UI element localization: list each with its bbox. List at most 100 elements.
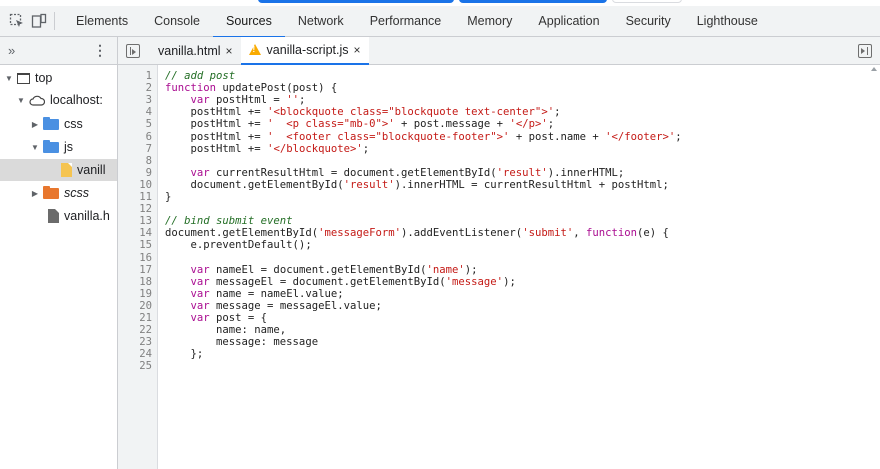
kebab-menu-icon[interactable]: ⋮ [93, 42, 107, 59]
code-line[interactable]: 6 postHtml += ' <footer class="blockquot… [118, 131, 880, 143]
tree-item-top[interactable]: ▼ top [0, 67, 117, 89]
line-number[interactable]: 13 [118, 216, 152, 227]
line-number[interactable]: 16 [118, 252, 152, 264]
scroll-up-icon[interactable] [871, 67, 877, 71]
code-line[interactable]: 7 postHtml += '</blockquote>'; [118, 143, 880, 155]
code-text: var currentResultHtml = document.getElem… [190, 166, 625, 179]
line-number[interactable]: 21 [118, 313, 152, 324]
tree-item-scss[interactable]: ▶ scss [0, 182, 117, 204]
code-text: function updatePost(post) { [165, 82, 338, 95]
code-line[interactable]: 25 [118, 361, 880, 372]
code-line[interactable]: 10 document.getElementById('result').inn… [118, 178, 880, 191]
tab-console[interactable]: Console [141, 6, 213, 37]
line-number[interactable]: 10 [118, 179, 152, 191]
line-number[interactable]: 7 [118, 143, 152, 155]
line-number[interactable]: 4 [118, 107, 152, 118]
toolbar-separator [54, 12, 55, 30]
line-number[interactable]: 19 [118, 288, 152, 300]
tab-application[interactable]: Application [525, 6, 612, 37]
editor-tab-vanilla-html[interactable]: vanilla.html × [150, 37, 241, 65]
line-number[interactable]: 17 [118, 264, 152, 276]
toggle-navigator-icon[interactable] [126, 43, 140, 58]
editor-tab-vanilla-script[interactable]: vanilla-script.js × [240, 36, 369, 65]
code-line[interactable]: 20 var message = messageEl.value; [118, 299, 880, 312]
code-text: document.getElementById('messageForm').a… [165, 227, 669, 240]
code-line[interactable]: 1 // add post [118, 71, 880, 82]
code-line[interactable]: 4 postHtml += '<blockquote class="blockq… [118, 107, 880, 118]
line-number[interactable]: 12 [118, 204, 152, 215]
line-number[interactable]: 5 [118, 119, 152, 130]
tab-performance[interactable]: Performance [357, 6, 455, 37]
expand-arrow-icon[interactable]: ▼ [30, 143, 40, 152]
folder-icon [43, 116, 59, 130]
file-icon [48, 209, 59, 223]
close-icon[interactable]: × [354, 43, 361, 57]
double-chevron-right-icon[interactable]: » [8, 43, 15, 58]
device-toolbar-icon[interactable] [28, 10, 50, 32]
code-line[interactable]: 24 }; [118, 349, 880, 360]
code-line[interactable]: 16 [118, 252, 880, 264]
tree-item-localhost[interactable]: ▼ localhost: [0, 89, 117, 111]
code-line[interactable]: 19 var name = nameEl.value; [118, 287, 880, 300]
code-text: message: message [165, 336, 319, 349]
collapse-arrow-icon[interactable]: ▶ [30, 120, 40, 129]
code-line[interactable]: 5 postHtml += ' <p class="mb-0">' + post… [118, 119, 880, 130]
expand-arrow-icon[interactable]: ▼ [16, 96, 26, 105]
code-text: name: name, [165, 324, 287, 337]
line-number[interactable]: 6 [118, 131, 152, 143]
code-editor[interactable]: 1 // add post 2 function updatePost(post) {… [118, 65, 880, 469]
tree-item-js[interactable]: ▼ js [0, 136, 117, 158]
inspect-element-icon[interactable] [6, 10, 28, 32]
code-text: var nameEl = document.getElementById('na… [190, 263, 478, 276]
code-line[interactable]: 12 [118, 204, 880, 215]
code-line[interactable]: 13 // bind submit event [118, 216, 880, 227]
tree-item-label: scss [64, 186, 89, 200]
tab-security[interactable]: Security [613, 6, 684, 37]
code-line[interactable]: 15 e.preventDefault(); [118, 240, 880, 251]
code-line[interactable]: 23 message: message [118, 337, 880, 348]
line-number[interactable]: 3 [118, 95, 152, 106]
code-line[interactable]: 21 var post = { [118, 313, 880, 324]
code-line[interactable]: 8 [118, 155, 880, 167]
line-number[interactable]: 9 [118, 167, 152, 179]
line-number[interactable]: 1 [118, 71, 152, 82]
tab-network[interactable]: Network [285, 6, 357, 37]
tab-memory[interactable]: Memory [454, 6, 525, 37]
line-number[interactable]: 15 [118, 240, 152, 251]
line-number[interactable]: 22 [118, 325, 152, 336]
code-line[interactable]: 3 var postHtml = ''; [118, 95, 880, 106]
code-line[interactable]: 17 var nameEl = document.getElementById(… [118, 263, 880, 276]
tree-item-css[interactable]: ▶ css [0, 113, 117, 135]
code-line[interactable]: 11} [118, 192, 880, 203]
close-icon[interactable]: × [226, 44, 233, 58]
code-line[interactable]: 2 function updatePost(post) { [118, 83, 880, 94]
line-number[interactable]: 18 [118, 276, 152, 288]
line-number[interactable]: 20 [118, 300, 152, 312]
tree-item-vanilla-script[interactable]: vanill [0, 159, 117, 181]
editor-tab-label: vanilla-script.js [266, 42, 349, 57]
expand-arrow-icon[interactable]: ▼ [4, 74, 14, 83]
tab-elements[interactable]: Elements [63, 6, 141, 37]
line-number[interactable]: 8 [118, 155, 152, 167]
browser-button-b [459, 0, 607, 3]
code-line[interactable]: 22 name: name, [118, 325, 880, 336]
line-number[interactable]: 23 [118, 337, 152, 348]
line-number[interactable]: 14 [118, 228, 152, 239]
tab-lighthouse[interactable]: Lighthouse [684, 6, 771, 37]
code-text: document.getElementById('result').innerH… [165, 178, 669, 191]
code-text: var message = messageEl.value; [190, 299, 382, 312]
code-text: var name = nameEl.value; [190, 287, 344, 300]
code-line[interactable]: 14 document.getElementById('messageForm')… [118, 228, 880, 239]
code-line[interactable]: 18 var messageEl = document.getElementBy… [118, 276, 880, 288]
toggle-debugger-icon[interactable] [858, 44, 872, 58]
tree-item-vanilla-html[interactable]: vanilla.h [0, 205, 117, 227]
code-line[interactable]: 9 var currentResultHtml = document.getEl… [118, 166, 880, 179]
tree-item-label: vanilla.h [64, 209, 110, 223]
line-number[interactable]: 24 [118, 349, 152, 360]
line-number[interactable]: 2 [118, 83, 152, 94]
line-number[interactable]: 25 [118, 361, 152, 372]
cloud-icon [29, 95, 45, 106]
tab-sources[interactable]: Sources [212, 6, 285, 38]
line-number[interactable]: 11 [118, 192, 152, 203]
collapse-arrow-icon[interactable]: ▶ [30, 189, 40, 198]
